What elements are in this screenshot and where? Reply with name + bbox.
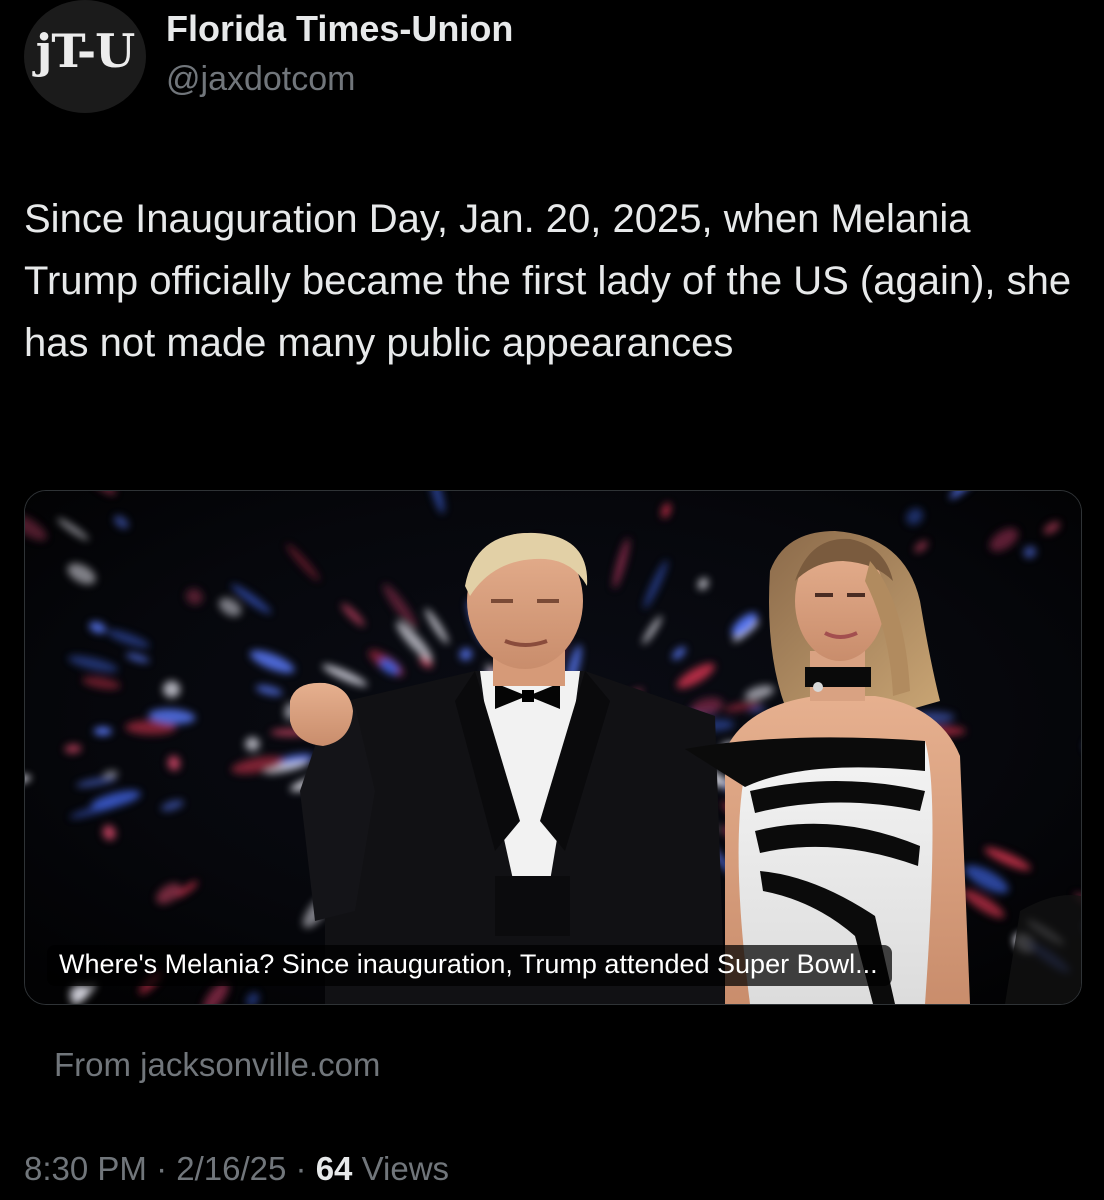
author-avatar[interactable]: jT-U — [24, 0, 146, 113]
tweet-meta: 8:30 PM · 2/16/25 · 64 Views — [24, 1150, 449, 1188]
views-label: Views — [361, 1150, 450, 1187]
link-card-title: Where's Melania? Since inauguration, Tru… — [47, 945, 892, 986]
tweet-detail: jT-U Florida Times-Union @jaxdotcom Sinc… — [0, 0, 1104, 1200]
tweet-date[interactable]: 2/16/25 — [176, 1150, 286, 1187]
avatar-logo-text: jT-U — [35, 23, 135, 78]
tweet-text: Since Inauguration Day, Jan. 20, 2025, w… — [24, 197, 1072, 365]
views-count[interactable]: 64 — [316, 1150, 353, 1187]
author-display-name[interactable]: Florida Times-Union — [166, 8, 513, 50]
author-handle[interactable]: @jaxdotcom — [166, 60, 355, 99]
link-card-source[interactable]: From jacksonville.com — [54, 1046, 380, 1084]
link-card[interactable]: Where's Melania? Since inauguration, Tru… — [24, 490, 1082, 1005]
meta-separator: · — [295, 1150, 307, 1187]
meta-separator: · — [156, 1150, 168, 1187]
bokeh-spark — [93, 727, 112, 736]
tweet-time[interactable]: 8:30 PM — [24, 1150, 147, 1187]
link-card-image — [25, 491, 1081, 1004]
